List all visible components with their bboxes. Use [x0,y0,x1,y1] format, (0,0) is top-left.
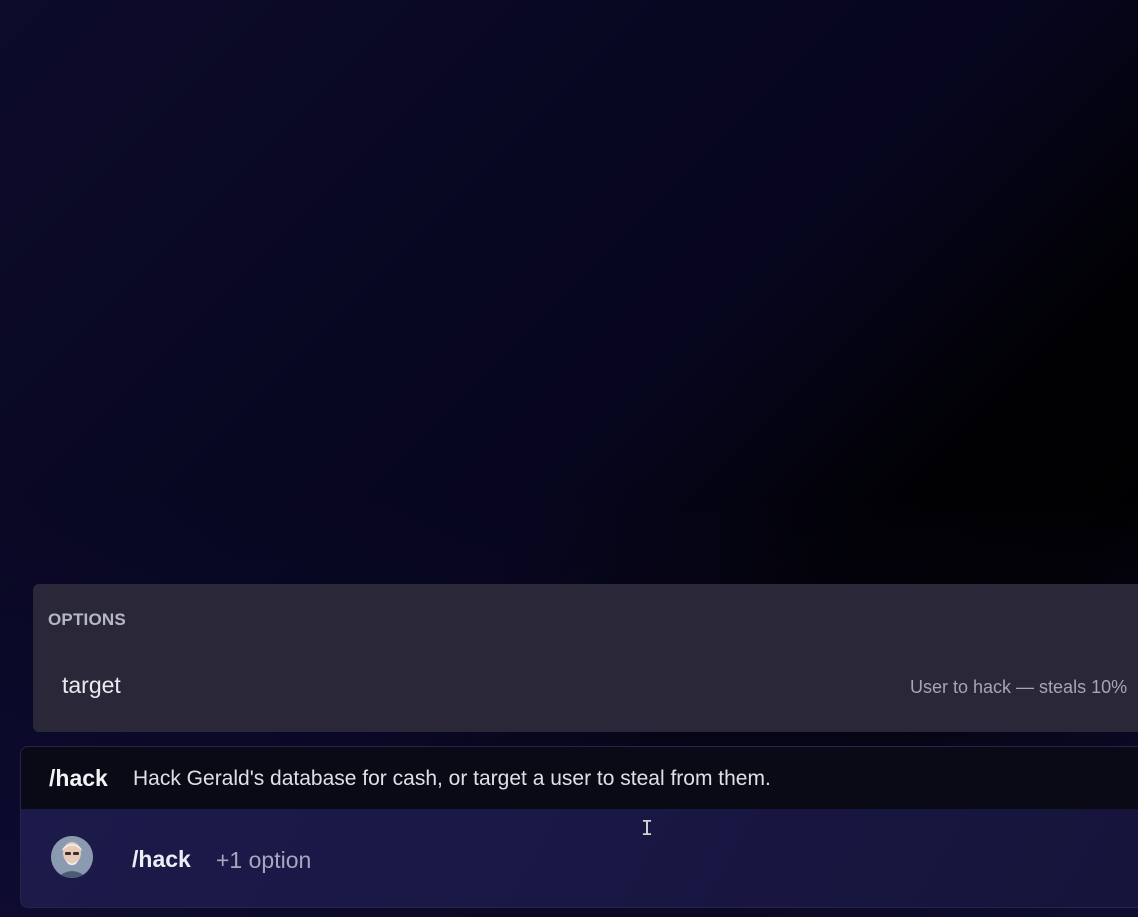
command-input-bar: /hack Hack Gerald's database for cash, o… [20,746,1138,908]
command-description-strip: /hack Hack Gerald's database for cash, o… [21,747,1138,809]
option-description: User to hack — steals 10% [910,677,1128,697]
option-item-target[interactable]: target User to hack — steals 10% [33,658,1138,714]
avatar [51,836,93,878]
options-panel: OPTIONS target User to hack — steals 10% [33,584,1138,732]
command-name: /hack [49,765,108,791]
input-option-hint[interactable]: +1 option [216,847,311,874]
user-avatar-icon [51,836,93,878]
option-name: target [62,672,121,698]
options-header: OPTIONS [48,610,126,629]
text-cursor-icon: I [641,816,654,840]
input-command[interactable]: /hack [132,846,191,873]
command-description: Hack Gerald's database for cash, or targ… [133,767,771,790]
